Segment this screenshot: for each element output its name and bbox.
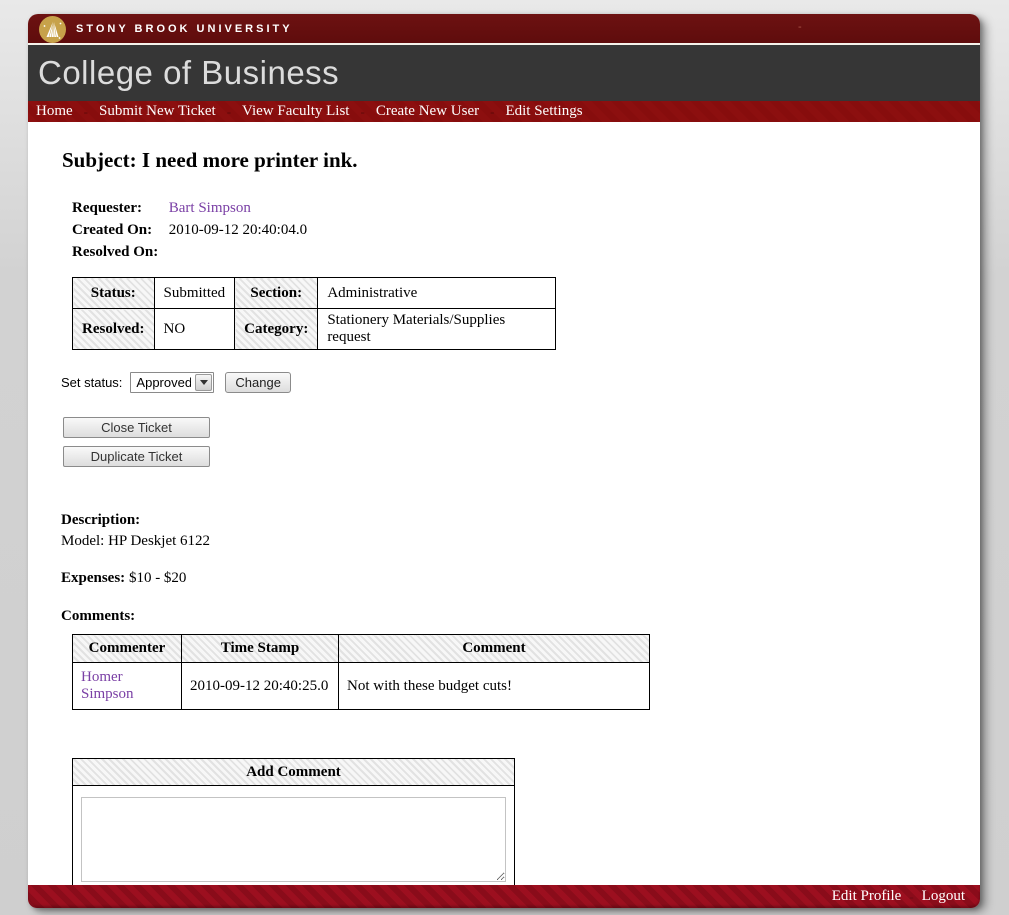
- nav-separator: -: [490, 104, 494, 120]
- nav-item-create-new-user[interactable]: Create New User: [373, 103, 482, 120]
- site-title: College of Business: [38, 54, 339, 92]
- add-comment-panel-title: Add Comment: [73, 759, 514, 786]
- status-label-cell: Status:: [73, 278, 155, 309]
- ticket-meta-fields: Requester: Bart Simpson Created On: 2010…: [72, 197, 960, 263]
- set-status-row: Set status: Approved Change: [61, 372, 960, 393]
- site-banner: College of Business: [28, 45, 980, 101]
- status-value-cell: Submitted: [154, 278, 235, 309]
- created-on-value: 2010-09-12 20:40:04.0: [169, 222, 307, 238]
- nav-item-submit-new-ticket[interactable]: Submit New Ticket: [96, 103, 219, 120]
- requester-name-link[interactable]: Bart Simpson: [169, 200, 251, 216]
- table-row: Resolved: NO Category: Stationery Materi…: [73, 309, 556, 350]
- comments-label: Comments:: [61, 608, 960, 625]
- resolved-label-cell: Resolved:: [73, 309, 155, 350]
- university-brand-text: STONY BROOK UNIVERSITY: [76, 23, 293, 35]
- timestamp-column-header: Time Stamp: [182, 635, 339, 663]
- created-on-label: Created On:: [72, 219, 165, 241]
- nav-item-view-faculty-list[interactable]: View Faculty List: [239, 103, 352, 120]
- resolved-on-label: Resolved On:: [72, 241, 165, 263]
- status-select-wrap: Approved: [130, 372, 214, 393]
- footer-logout-link[interactable]: Logout: [922, 888, 965, 905]
- ticket-status-table: Status: Submitted Section: Administrativ…: [72, 277, 556, 350]
- comment-row: Homer Simpson 2010-09-12 20:40:25.0 Not …: [73, 663, 650, 710]
- footer-separator: -: [909, 889, 913, 905]
- resolved-value-cell: NO: [154, 309, 235, 350]
- created-on-row: Created On: 2010-09-12 20:40:04.0: [72, 219, 960, 241]
- expenses-row: Expenses: $10 - $20: [61, 570, 960, 587]
- footer-edit-profile-link[interactable]: Edit Profile: [832, 888, 902, 905]
- category-value-cell: Stationery Materials/Supplies request: [318, 309, 556, 350]
- stony-brook-logo-icon: [39, 16, 66, 43]
- commenter-column-header: Commenter: [73, 635, 182, 663]
- close-ticket-button[interactable]: Close Ticket: [63, 417, 210, 438]
- section-value-cell: Administrative: [318, 278, 556, 309]
- resolved-on-row: Resolved On:: [72, 241, 960, 263]
- category-label-cell: Category:: [235, 309, 318, 350]
- ticket-subject-heading: Subject: I need more printer ink.: [62, 148, 960, 173]
- section-label-cell: Section:: [235, 278, 318, 309]
- requester-label: Requester:: [72, 197, 165, 219]
- page-container: STONY BROOK UNIVERSITY - College of Busi…: [28, 14, 980, 908]
- timestamp-cell: 2010-09-12 20:40:25.0: [182, 663, 339, 710]
- comments-header-row: Commenter Time Stamp Comment: [73, 635, 650, 663]
- change-status-button[interactable]: Change: [225, 372, 291, 393]
- status-select[interactable]: Approved: [130, 372, 214, 393]
- topbar-dash: -: [798, 21, 802, 33]
- ticket-detail-content: Subject: I need more printer ink. Reques…: [28, 122, 980, 885]
- duplicate-ticket-button[interactable]: Duplicate Ticket: [63, 446, 210, 467]
- requester-row: Requester: Bart Simpson: [72, 197, 960, 219]
- description-text: Model: HP Deskjet 6122: [61, 533, 960, 550]
- main-nav: Home - Submit New Ticket - View Faculty …: [28, 101, 980, 122]
- expenses-label: Expenses:: [61, 570, 125, 586]
- set-status-label: Set status:: [61, 375, 122, 390]
- comment-column-header: Comment: [339, 635, 650, 663]
- nav-separator: -: [227, 104, 231, 120]
- commenter-name-link[interactable]: Homer Simpson: [81, 669, 134, 702]
- commenter-cell: Homer Simpson: [73, 663, 182, 710]
- description-label: Description:: [61, 512, 960, 529]
- expenses-value: $10 - $20: [129, 570, 187, 586]
- add-comment-panel: Add Comment Add Comment: [72, 758, 515, 885]
- nav-item-edit-settings[interactable]: Edit Settings: [502, 103, 585, 120]
- top-brand-bar: STONY BROOK UNIVERSITY -: [28, 14, 980, 45]
- footer-bar: Edit Profile - Logout: [28, 885, 980, 908]
- table-row: Status: Submitted Section: Administrativ…: [73, 278, 556, 309]
- nav-separator: -: [84, 104, 88, 120]
- nav-item-home[interactable]: Home: [33, 103, 76, 120]
- comments-table: Commenter Time Stamp Comment Homer Simps…: [72, 634, 650, 710]
- add-comment-textarea[interactable]: [81, 797, 506, 882]
- comment-text-cell: Not with these budget cuts!: [339, 663, 650, 710]
- nav-separator: -: [360, 104, 364, 120]
